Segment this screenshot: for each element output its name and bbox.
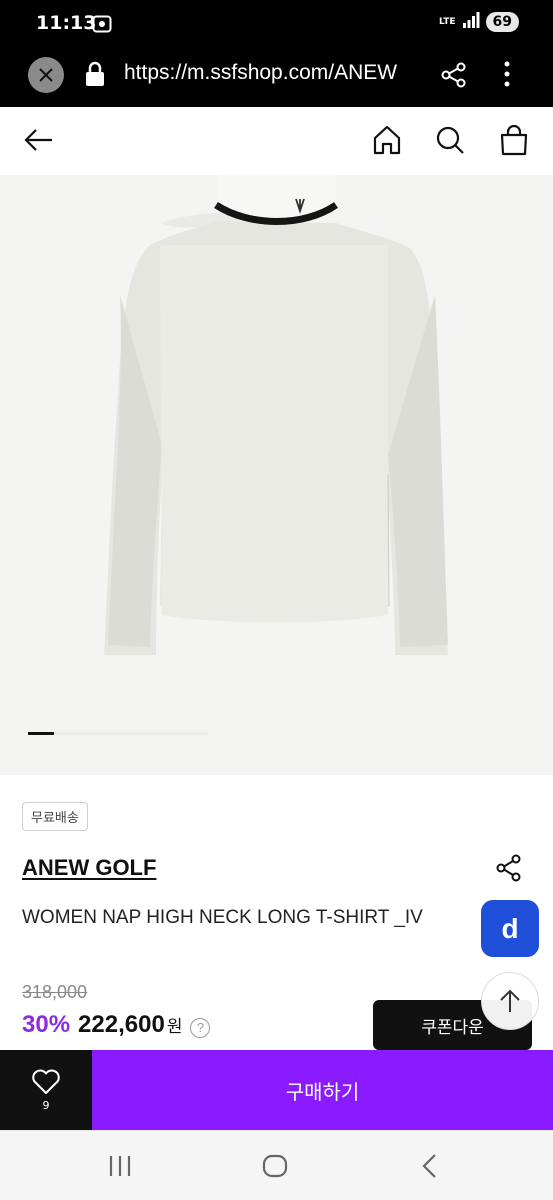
battery-indicator: 69 [485,12,519,32]
arrow-up-icon [500,989,520,1012]
status-bar: 11:13 LTE 69 [0,0,553,48]
share-icon[interactable] [494,853,524,887]
close-icon [39,68,53,82]
wishlist-button[interactable]: 9 [0,1050,92,1130]
recent-apps-icon[interactable] [106,1153,134,1183]
image-slider-indicator [28,732,208,735]
back-nav-icon[interactable] [418,1153,442,1183]
close-tab-button[interactable] [28,57,64,93]
url-text[interactable]: https://m.ssfshop.com/ANEW [124,61,422,85]
browser-url-bar: https://m.ssfshop.com/ANEW [0,48,553,107]
home-icon[interactable] [370,123,404,161]
heart-icon [32,1069,60,1094]
site-header [0,107,553,175]
product-title: WOMEN NAP HIGH NECK LONG T-SHIRT _IV [22,907,423,928]
price-row: 30% 222,600 원 ? [22,1011,211,1039]
discount-rate: 30% [22,1011,71,1038]
product-image [104,175,448,655]
product-image-gallery[interactable] [0,175,553,775]
status-indicators: LTE 69 [439,12,519,32]
brand-link[interactable]: ANEW GOLF [22,855,156,881]
sale-price: 222,600 [78,1011,165,1038]
more-options-icon[interactable] [500,59,514,93]
free-shipping-badge: 무료배송 [22,802,88,831]
wish-count: 9 [42,1099,50,1112]
help-icon[interactable]: ? [190,1017,211,1038]
original-price: 318,000 [22,982,88,1002]
screen-record-icon [92,15,112,37]
signal-icon [462,12,480,32]
shopping-bag-icon[interactable] [497,123,531,161]
share-icon[interactable] [440,61,468,93]
slider-thumb [28,732,54,735]
search-icon[interactable] [433,123,467,161]
system-nav-bar [0,1130,553,1200]
home-nav-icon[interactable] [261,1153,289,1183]
lock-icon [84,61,106,91]
currency-label: 원 [166,1017,183,1036]
back-arrow-icon[interactable] [22,123,56,161]
d-app-button[interactable]: d [481,900,539,957]
status-time: 11:13 [36,12,97,34]
bottom-action-bar: 9 구매하기 [0,1050,553,1130]
network-type: LTE [438,16,456,27]
scroll-top-button[interactable] [481,972,539,1030]
buy-button[interactable]: 구매하기 [92,1050,553,1130]
